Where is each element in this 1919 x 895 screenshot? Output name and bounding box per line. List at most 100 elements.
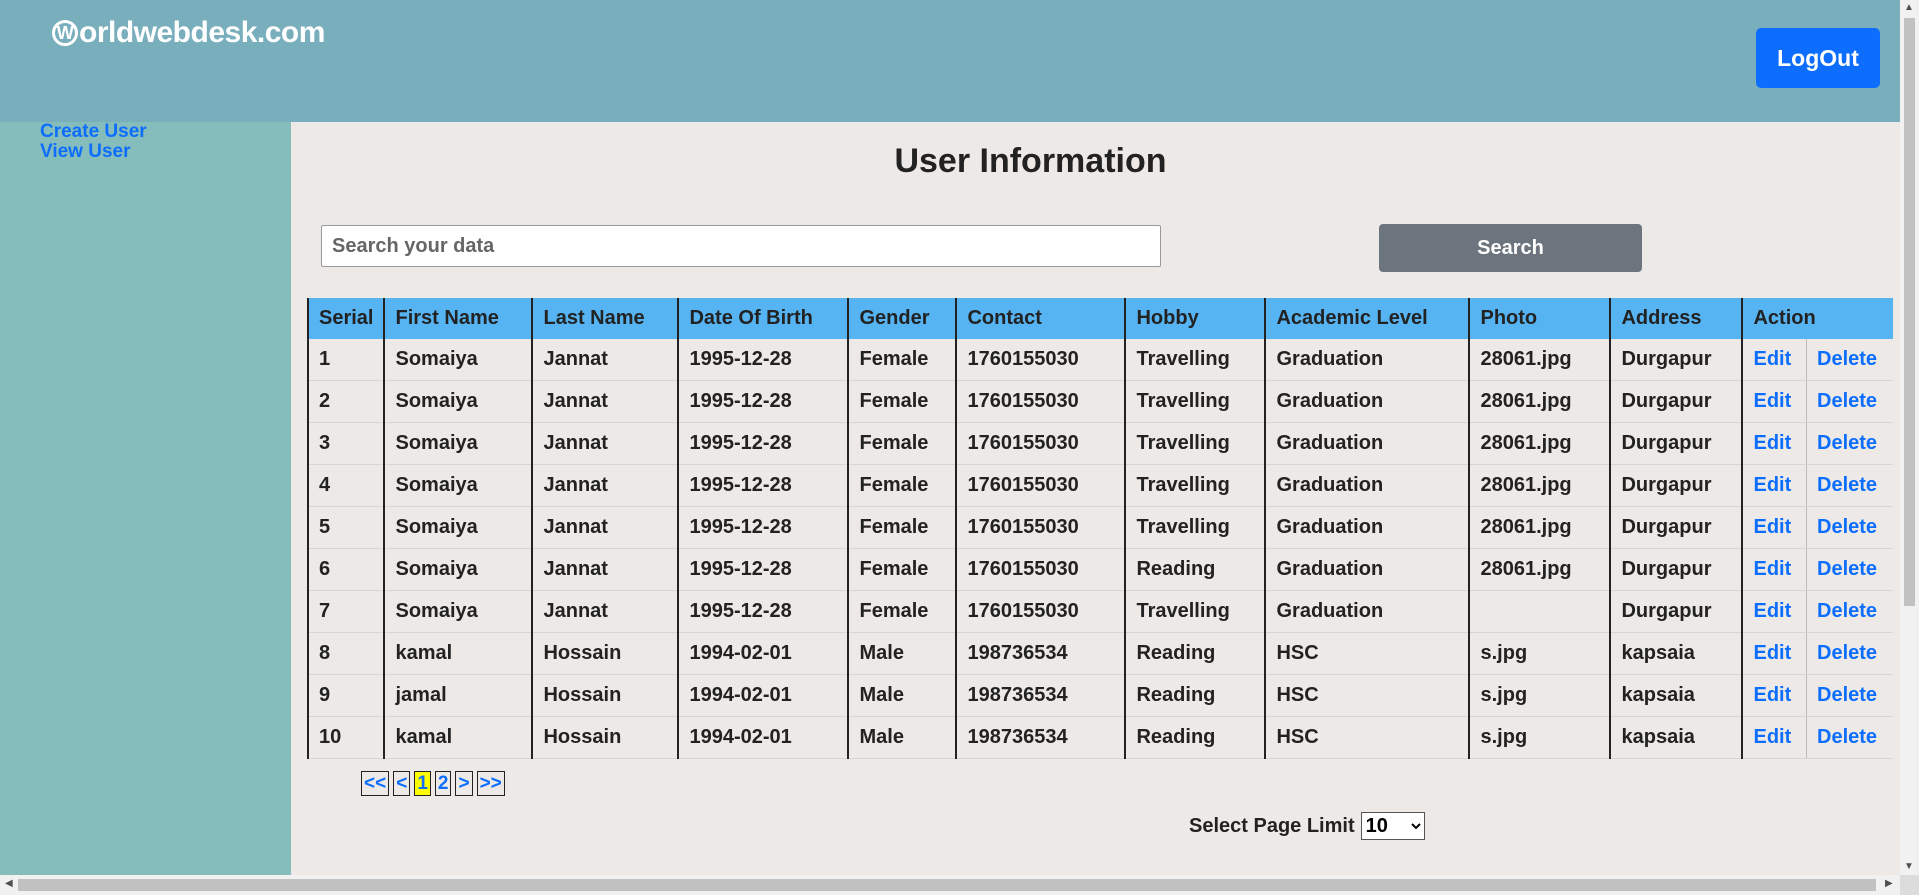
cell-last-name: Hossain bbox=[531, 632, 679, 675]
cell-gender: Female bbox=[847, 380, 957, 423]
table-row: 10 kamal Hossain 1994-02-01 Male 198736534 Rea… bbox=[306, 716, 1894, 759]
cell-last-name: Jannat bbox=[531, 506, 679, 549]
cell-gender: Female bbox=[847, 339, 957, 381]
page-next-link[interactable]: > bbox=[455, 771, 473, 796]
edit-link[interactable]: Edit bbox=[1753, 474, 1791, 496]
cell-delete: Delete bbox=[1806, 506, 1894, 549]
site-logo[interactable]: Worldwebdesk.com bbox=[52, 16, 325, 50]
cell-academic-level: HSC bbox=[1264, 716, 1470, 759]
scroll-up-arrow-icon[interactable]: ▲ bbox=[1904, 2, 1914, 13]
cell-edit: Edit bbox=[1741, 548, 1807, 591]
delete-link[interactable]: Delete bbox=[1817, 348, 1877, 370]
top-header: Worldwebdesk.com LogOut bbox=[0, 0, 1900, 122]
edit-link[interactable]: Edit bbox=[1753, 726, 1791, 748]
scroll-right-arrow-icon[interactable]: ▶ bbox=[1885, 878, 1893, 889]
page-2-link[interactable]: 2 bbox=[434, 771, 452, 796]
search-button[interactable]: Search bbox=[1379, 224, 1642, 272]
cell-first-name: Somaiya bbox=[383, 464, 533, 507]
delete-link[interactable]: Delete bbox=[1817, 432, 1877, 454]
cell-first-name: kamal bbox=[383, 716, 533, 759]
cell-photo: 28061.jpg bbox=[1468, 339, 1611, 381]
cell-academic-level: Graduation bbox=[1264, 590, 1470, 633]
page-limit: Select Page Limit 10 bbox=[1189, 812, 1425, 840]
delete-link[interactable]: Delete bbox=[1817, 516, 1877, 538]
edit-link[interactable]: Edit bbox=[1753, 432, 1791, 454]
cell-academic-level: HSC bbox=[1264, 632, 1470, 675]
cell-date-of-birth: 1995-12-28 bbox=[677, 548, 849, 591]
search-input[interactable] bbox=[321, 225, 1161, 267]
page-first-link[interactable]: << bbox=[361, 771, 390, 796]
cell-serial: 3 bbox=[306, 422, 385, 465]
cell-serial: 7 bbox=[306, 590, 385, 633]
cell-edit: Edit bbox=[1741, 422, 1807, 465]
cell-serial: 10 bbox=[306, 716, 385, 759]
cell-date-of-birth: 1994-02-01 bbox=[677, 716, 849, 759]
cell-gender: Female bbox=[847, 590, 957, 633]
cell-edit: Edit bbox=[1741, 632, 1807, 675]
delete-link[interactable]: Delete bbox=[1817, 726, 1877, 748]
cell-photo: 28061.jpg bbox=[1468, 464, 1611, 507]
cell-address: Durgapur bbox=[1609, 380, 1743, 423]
delete-link[interactable]: Delete bbox=[1817, 558, 1877, 580]
cell-contact: 198736534 bbox=[955, 632, 1126, 675]
cell-delete: Delete bbox=[1806, 716, 1894, 759]
sidebar-item-create-user[interactable]: Create User bbox=[40, 122, 291, 142]
column-header-last-name: Last Name bbox=[531, 298, 679, 339]
cell-photo: 28061.jpg bbox=[1468, 506, 1611, 549]
cell-edit: Edit bbox=[1741, 380, 1807, 423]
page-limit-select[interactable]: 10 bbox=[1360, 812, 1425, 840]
logo-text: orldwebdesk.com bbox=[79, 16, 325, 49]
cell-gender: Female bbox=[847, 464, 957, 507]
page-prev-link[interactable]: < bbox=[393, 771, 411, 796]
logout-button[interactable]: LogOut bbox=[1756, 28, 1880, 88]
main-content: User Information Search Serial First Nam… bbox=[291, 122, 1900, 875]
edit-link[interactable]: Edit bbox=[1753, 390, 1791, 412]
page-last-link[interactable]: >> bbox=[476, 771, 505, 796]
table-row: 1 Somaiya Jannat 1995-12-28 Female 1760155030… bbox=[306, 339, 1894, 381]
edit-link[interactable]: Edit bbox=[1753, 516, 1791, 538]
cell-photo: 28061.jpg bbox=[1468, 422, 1611, 465]
edit-link[interactable]: Edit bbox=[1753, 600, 1791, 622]
cell-contact: 1760155030 bbox=[955, 380, 1126, 423]
sidebar: Create User View User bbox=[0, 122, 291, 875]
cell-contact: 1760155030 bbox=[955, 422, 1126, 465]
horizontal-scroll-thumb[interactable] bbox=[18, 879, 1876, 891]
column-header-serial: Serial bbox=[306, 298, 385, 339]
column-header-date-of-birth: Date Of Birth bbox=[677, 298, 849, 339]
delete-link[interactable]: Delete bbox=[1817, 474, 1877, 496]
cell-academic-level: Graduation bbox=[1264, 464, 1470, 507]
scroll-left-arrow-icon[interactable]: ◀ bbox=[5, 878, 13, 889]
vertical-scroll-thumb[interactable] bbox=[1904, 18, 1915, 606]
cell-address: kapsaia bbox=[1609, 716, 1743, 759]
delete-link[interactable]: Delete bbox=[1817, 642, 1877, 664]
delete-link[interactable]: Delete bbox=[1817, 390, 1877, 412]
edit-link[interactable]: Edit bbox=[1753, 642, 1791, 664]
cell-photo: 28061.jpg bbox=[1468, 380, 1611, 423]
cell-address: Durgapur bbox=[1609, 548, 1743, 591]
cell-edit: Edit bbox=[1741, 716, 1807, 759]
cell-hobby: Travelling bbox=[1124, 590, 1266, 633]
wordpress-logo-icon: W bbox=[52, 20, 78, 46]
cell-contact: 1760155030 bbox=[955, 548, 1126, 591]
edit-link[interactable]: Edit bbox=[1753, 684, 1791, 706]
cell-address: kapsaia bbox=[1609, 674, 1743, 717]
vertical-scrollbar[interactable]: ▲ ▼ bbox=[1900, 0, 1919, 875]
delete-link[interactable]: Delete bbox=[1817, 600, 1877, 622]
page-1-link[interactable]: 1 bbox=[414, 771, 431, 796]
cell-contact: 1760155030 bbox=[955, 590, 1126, 633]
edit-link[interactable]: Edit bbox=[1753, 348, 1791, 370]
cell-first-name: Somaiya bbox=[383, 590, 533, 633]
cell-photo: s.jpg bbox=[1468, 632, 1611, 675]
edit-link[interactable]: Edit bbox=[1753, 558, 1791, 580]
cell-first-name: kamal bbox=[383, 632, 533, 675]
cell-serial: 6 bbox=[306, 548, 385, 591]
cell-serial: 8 bbox=[306, 632, 385, 675]
cell-academic-level: HSC bbox=[1264, 674, 1470, 717]
scroll-down-arrow-icon[interactable]: ▼ bbox=[1904, 861, 1914, 872]
cell-first-name: jamal bbox=[383, 674, 533, 717]
scrollbar-corner bbox=[1900, 875, 1919, 895]
cell-gender: Female bbox=[847, 548, 957, 591]
horizontal-scrollbar[interactable]: ◀ ▶ bbox=[0, 875, 1900, 895]
cell-hobby: Travelling bbox=[1124, 339, 1266, 381]
delete-link[interactable]: Delete bbox=[1817, 684, 1877, 706]
